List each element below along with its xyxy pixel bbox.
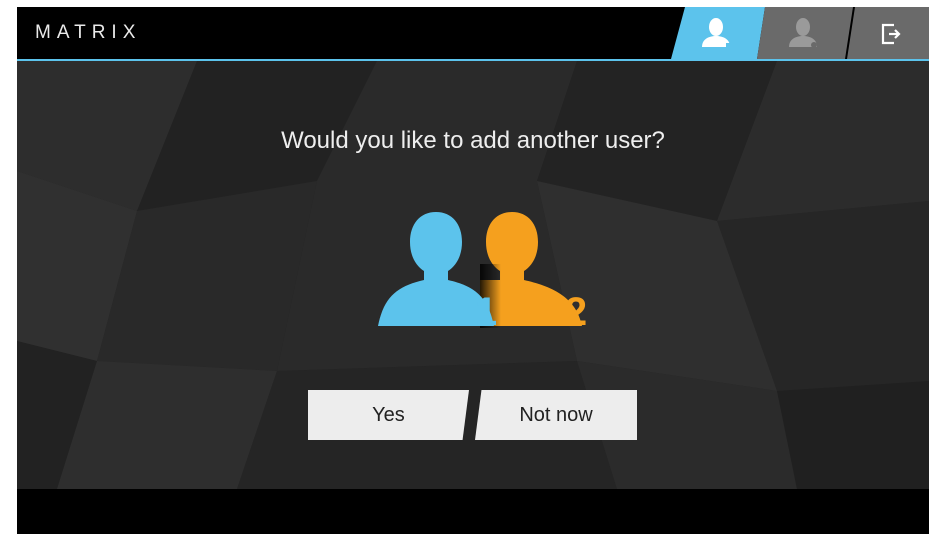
add-user-question: Would you like to add another user? xyxy=(281,127,665,154)
tab-current-user[interactable] xyxy=(671,7,765,59)
user-1-icon: 1 xyxy=(378,212,497,332)
top-bar: MATRIX xyxy=(17,7,929,59)
app-screen: MATRIX Would you like to add another use… xyxy=(17,7,929,534)
brand-logo: MATRIX xyxy=(35,22,142,43)
tab-add-user[interactable] xyxy=(757,7,853,59)
yes-button[interactable]: Yes xyxy=(308,390,469,440)
bottom-bar xyxy=(17,489,929,534)
two-users-illustration: 2 1 xyxy=(378,212,587,332)
tab-logout[interactable] xyxy=(847,7,929,59)
add-user-dialog: Would you like to add another user? 2 1 … xyxy=(17,61,929,489)
user-1-number: 1 xyxy=(475,290,497,332)
user-2-number: 2 xyxy=(565,290,587,332)
not-now-button[interactable]: Not now xyxy=(475,390,637,440)
